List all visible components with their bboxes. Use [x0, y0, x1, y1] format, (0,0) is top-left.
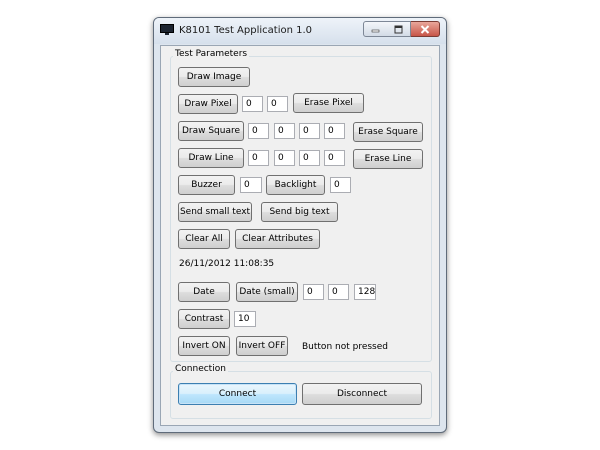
window-title: K8101 Test Application 1.0 [179, 25, 313, 36]
square-x1-input[interactable] [248, 123, 269, 139]
close-button[interactable] [411, 21, 440, 37]
buzzer-input[interactable] [240, 177, 262, 193]
app-window: K8101 Test Application 1.0 Test Paramete… [153, 17, 447, 433]
draw-line-button[interactable]: Draw Line [178, 148, 244, 168]
square-x2-input[interactable] [299, 123, 320, 139]
test-parameters-legend: Test Parameters [173, 49, 250, 59]
date-small-button[interactable]: Date (small) [236, 282, 298, 302]
backlight-input[interactable] [330, 177, 351, 193]
pixel-y-input[interactable] [267, 96, 288, 112]
clear-attributes-button[interactable]: Clear Attributes [235, 229, 320, 249]
backlight-button[interactable]: Backlight [266, 175, 325, 195]
button-status-label: Button not pressed [302, 342, 388, 352]
close-icon [420, 24, 430, 34]
draw-image-button[interactable]: Draw Image [178, 67, 250, 87]
line-x2-input[interactable] [299, 150, 320, 166]
date-z-input[interactable] [354, 284, 376, 300]
minimize-button[interactable] [363, 21, 388, 37]
send-small-text-button[interactable]: Send small text [178, 202, 252, 222]
contrast-button[interactable]: Contrast [178, 309, 230, 329]
line-x1-input[interactable] [248, 150, 269, 166]
minimize-icon [371, 29, 380, 32]
draw-pixel-button[interactable]: Draw Pixel [178, 94, 238, 114]
draw-square-button[interactable]: Draw Square [178, 121, 244, 141]
send-big-text-button[interactable]: Send big text [261, 202, 338, 222]
square-y2-input[interactable] [324, 123, 345, 139]
date-x-input[interactable] [303, 284, 324, 300]
erase-square-button[interactable]: Erase Square [353, 122, 423, 142]
line-y2-input[interactable] [324, 150, 345, 166]
datetime-label: 26/11/2012 11:08:35 [179, 259, 275, 269]
date-y-input[interactable] [328, 284, 349, 300]
square-y1-input[interactable] [274, 123, 295, 139]
erase-pixel-button[interactable]: Erase Pixel [293, 93, 364, 113]
connection-legend: Connection [173, 364, 228, 374]
contrast-input[interactable] [234, 311, 256, 327]
invert-on-button[interactable]: Invert ON [178, 336, 230, 356]
maximize-icon [394, 25, 403, 33]
date-button[interactable]: Date [178, 282, 230, 302]
title-bar[interactable]: K8101 Test Application 1.0 [154, 18, 446, 44]
line-y1-input[interactable] [274, 150, 295, 166]
maximize-button[interactable] [387, 21, 411, 37]
invert-off-button[interactable]: Invert OFF [236, 336, 288, 356]
disconnect-button[interactable]: Disconnect [302, 383, 422, 405]
buzzer-button[interactable]: Buzzer [178, 175, 235, 195]
client-area: Test Parameters Draw Image Draw Pixel Er… [160, 45, 440, 426]
monitor-icon [160, 24, 174, 35]
erase-line-button[interactable]: Erase Line [353, 149, 423, 169]
connect-button[interactable]: Connect [178, 383, 297, 405]
pixel-x-input[interactable] [242, 96, 263, 112]
clear-all-button[interactable]: Clear All [178, 229, 230, 249]
